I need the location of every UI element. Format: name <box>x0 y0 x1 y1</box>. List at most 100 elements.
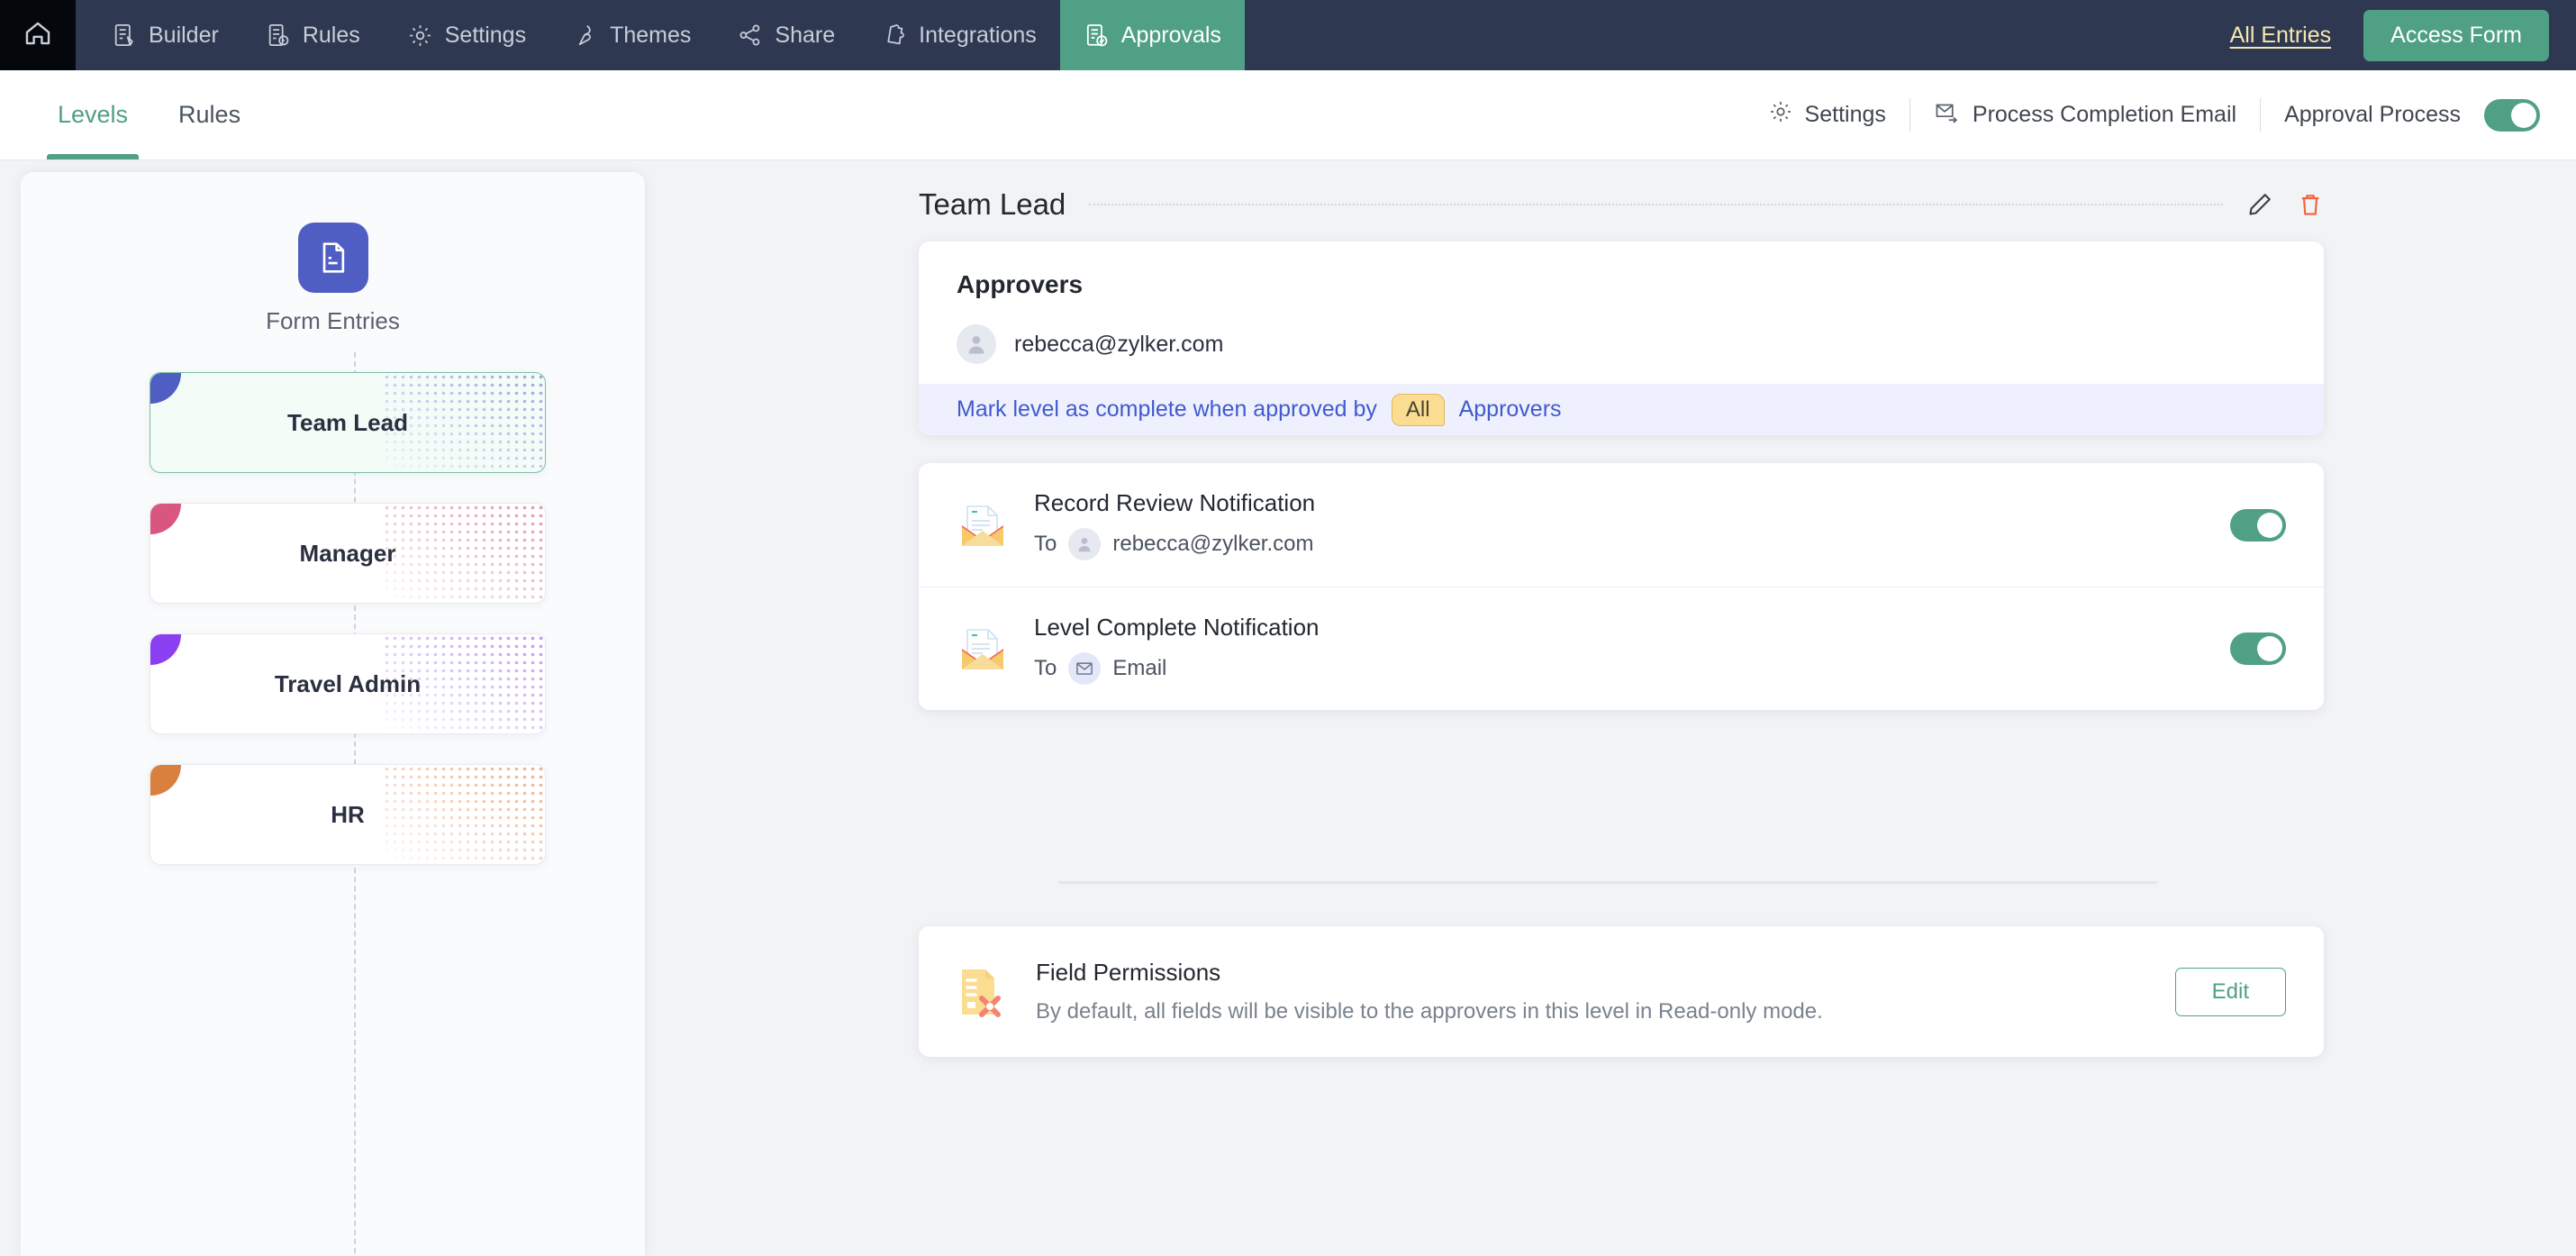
envelope-icon <box>1068 651 1102 685</box>
notification-title: Record Review Notification <box>1034 489 1316 516</box>
process-completion-email-button[interactable]: Process Completion Email <box>1910 99 2260 131</box>
tab-label: Levels <box>58 101 129 128</box>
level-card-manager[interactable]: Manager <box>150 503 546 604</box>
nav-label: Settings <box>444 22 527 48</box>
notification-row-record-review[interactable]: Record Review Notification To rebecca@zy… <box>919 463 2324 587</box>
access-form-button[interactable]: Access Form <box>2363 9 2549 61</box>
share-nodes-icon <box>738 23 763 48</box>
level-dot-pattern <box>383 504 545 603</box>
approval-process-label: Approval Process <box>2284 102 2461 127</box>
nav-item-rules[interactable]: Rules <box>242 0 384 70</box>
approvals-tab-list: Levels Rules <box>32 70 266 159</box>
brush-icon <box>573 23 598 48</box>
level-corner-marker <box>150 765 181 796</box>
nav-item-approvals[interactable]: Approvals <box>1059 0 1245 70</box>
field-permissions-card: Field Permissions By default, all fields… <box>919 926 2324 1057</box>
level-corner-marker <box>150 634 181 665</box>
field-permissions-description: By default, all fields will be visible t… <box>1036 999 1823 1024</box>
level-card-label: Travel Admin <box>274 669 422 697</box>
level-card-label: Team Lead <box>287 408 408 436</box>
level-card-team-lead[interactable]: Team Lead <box>150 372 546 473</box>
nav-label: Share <box>775 22 836 48</box>
level-corner-marker <box>150 373 181 404</box>
permissions-icon <box>955 962 1011 1022</box>
flow-start-label: Form Entries <box>266 307 400 334</box>
field-permissions-edit-button[interactable]: Edit <box>2174 967 2286 1016</box>
approvers-heading: Approvers <box>957 270 1084 298</box>
field-permissions-text-block: Field Permissions By default, all fields… <box>1036 959 1823 1024</box>
section-divider <box>1058 881 2157 884</box>
notification-to-value: Email <box>1112 655 1167 680</box>
trash-icon[interactable] <box>2297 191 2324 218</box>
approver-list-item[interactable]: rebecca@zylker.com <box>957 324 1223 364</box>
record-review-notification-toggle[interactable] <box>2230 508 2286 542</box>
notifications-card: Record Review Notification To rebecca@zy… <box>919 463 2324 710</box>
nav-item-integrations[interactable]: Integrations <box>858 0 1060 70</box>
nav-item-settings[interactable]: Settings <box>384 0 549 70</box>
gear-icon <box>1768 99 1793 131</box>
nav-label: Approvals <box>1120 22 1221 48</box>
toolbar-actions: Settings Process Completion Email Approv… <box>1745 97 2576 132</box>
approvers-card: Approvers rebecca@zylker.com Mark level … <box>919 241 2324 435</box>
rules-doc-icon <box>266 23 291 48</box>
notification-row-level-complete[interactable]: Level Complete Notification To Email <box>919 587 2324 710</box>
tab-levels[interactable]: Levels <box>32 70 153 159</box>
nav-item-share[interactable]: Share <box>714 0 858 70</box>
approval-process-toggle[interactable] <box>2484 98 2540 132</box>
levels-panel: Form Entries Team Lead Manager Travel Ad… <box>21 172 645 1256</box>
puzzle-icon <box>882 23 907 48</box>
level-card-travel-admin[interactable]: Travel Admin <box>150 633 546 734</box>
notification-text-block: Record Review Notification To rebecca@zy… <box>1034 489 1315 560</box>
header-divider <box>1089 204 2223 205</box>
form-builder-icon <box>112 23 137 48</box>
home-icon <box>23 18 53 53</box>
notification-text-block: Level Complete Notification To Email <box>1034 614 1320 685</box>
nav-right-group: All Entries Access Form <box>2230 0 2576 70</box>
flow-start-node[interactable]: Form Entries <box>21 223 645 335</box>
level-corner-marker <box>150 504 181 534</box>
page-title: Team Lead <box>919 187 1066 221</box>
mark-complete-suffix: Approvers <box>1458 396 1562 422</box>
toolbar-settings-label: Settings <box>1804 102 1886 127</box>
user-avatar-icon <box>1068 528 1102 560</box>
approver-count-badge[interactable]: All <box>1391 393 1445 426</box>
pencil-icon[interactable] <box>2246 191 2273 218</box>
level-detail-panel: Team Lead Approvers rebecca@zylker.com M… <box>685 160 2576 1256</box>
envelope-mail-icon <box>955 621 1011 677</box>
nav-item-list: Builder Rules Settings Themes Share Inte… <box>88 0 1245 70</box>
level-card-label: Manager <box>299 539 396 567</box>
notification-to-label: To <box>1034 655 1057 680</box>
nav-label: Rules <box>302 22 360 48</box>
nav-label: Builder <box>149 22 219 48</box>
notification-recipient: To rebecca@zylker.com <box>1034 528 1315 560</box>
all-entries-link[interactable]: All Entries <box>2230 23 2332 49</box>
gear-icon <box>407 23 433 49</box>
nav-item-themes[interactable]: Themes <box>549 0 714 70</box>
tab-label: Rules <box>178 101 241 128</box>
envelope-mail-icon <box>955 497 1011 553</box>
approvals-toolbar: Levels Rules Settings Process Completion… <box>0 70 2576 160</box>
notification-to-value: rebecca@zylker.com <box>1112 532 1314 556</box>
notification-recipient: To Email <box>1034 651 1320 685</box>
notification-to-label: To <box>1034 532 1057 556</box>
home-button[interactable] <box>0 0 76 70</box>
level-complete-notification-toggle[interactable] <box>2230 633 2286 665</box>
level-detail-header: Team Lead <box>919 187 2324 222</box>
document-icon <box>297 223 368 293</box>
envelope-arrow-icon <box>1934 99 1961 131</box>
nav-item-builder[interactable]: Builder <box>88 0 242 70</box>
nav-label: Themes <box>610 22 692 48</box>
nav-label: Integrations <box>919 22 1037 48</box>
user-avatar-icon <box>957 324 996 364</box>
notification-title: Level Complete Notification <box>1034 613 1320 641</box>
mark-complete-rule: Mark level as complete when approved by … <box>919 384 2324 435</box>
approvals-stage: Form Entries Team Lead Manager Travel Ad… <box>0 160 2576 1256</box>
field-permissions-title: Field Permissions <box>1036 959 1221 986</box>
level-card-label: HR <box>331 800 365 828</box>
level-dot-pattern <box>383 765 545 864</box>
top-navigation-bar: Builder Rules Settings Themes Share Inte… <box>0 0 2576 70</box>
toolbar-settings-button[interactable]: Settings <box>1745 99 1909 131</box>
mark-complete-prefix[interactable]: Mark level as complete when approved by <box>957 396 1377 423</box>
tab-rules[interactable]: Rules <box>153 70 266 159</box>
level-card-hr[interactable]: HR <box>150 764 546 865</box>
